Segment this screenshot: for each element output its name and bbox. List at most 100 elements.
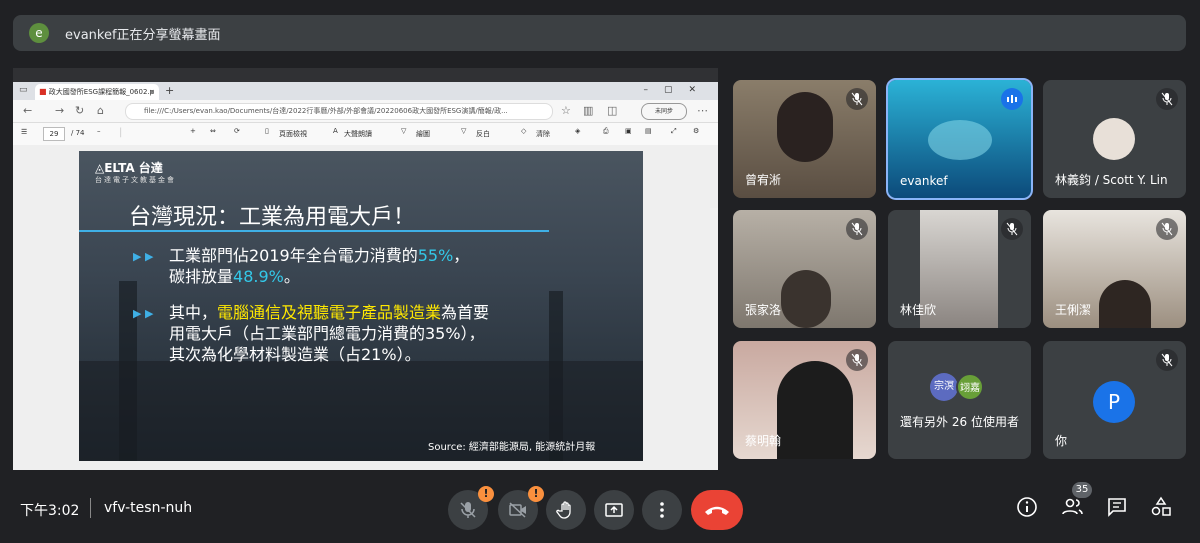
more-participants-label: 還有另外 26 位使用者 bbox=[900, 415, 1019, 429]
text: 碳排放量 bbox=[169, 267, 234, 286]
highlight-percent: 55% bbox=[417, 246, 454, 265]
muted-mic-icon bbox=[1156, 88, 1178, 110]
chat-icon bbox=[1108, 498, 1126, 517]
window-controls-icon: –▢✕ bbox=[643, 85, 712, 95]
end-call-icon bbox=[705, 506, 729, 515]
info-icon bbox=[1017, 497, 1037, 517]
pdf-scrollbar bbox=[710, 208, 718, 470]
hand-icon bbox=[556, 501, 571, 519]
mic-off-icon bbox=[460, 502, 476, 518]
participant-tile[interactable]: 曾宥淅 bbox=[733, 80, 876, 198]
highlight-icon: ▽ bbox=[461, 127, 467, 135]
present-screen-button[interactable] bbox=[594, 490, 634, 530]
meeting-time: 下午3:02 bbox=[20, 503, 80, 519]
forward-icon: → bbox=[55, 104, 65, 117]
muted-mic-icon bbox=[1156, 349, 1178, 371]
participant-name: 林佳欣 bbox=[900, 303, 937, 317]
muted-mic-icon bbox=[846, 88, 868, 110]
pdf-page-total: / 74 bbox=[71, 129, 85, 137]
more-vert-icon bbox=[660, 502, 664, 518]
participant-tile[interactable]: 蔡明翰 bbox=[733, 341, 876, 459]
shared-screen-frame bbox=[13, 68, 718, 82]
url-field: file:///C:/Users/evan.kao/Documents/台達/2… bbox=[125, 103, 553, 120]
title-underline bbox=[79, 230, 549, 232]
participant-video bbox=[781, 270, 831, 328]
bullet-arrow-icon: ▶ ▶ bbox=[133, 250, 154, 263]
raise-hand-button[interactable] bbox=[546, 490, 586, 530]
present-icon bbox=[605, 503, 623, 517]
participant-tile[interactable]: evankef bbox=[886, 78, 1033, 200]
presentation-banner: e evankef正在分享螢幕畫面 bbox=[13, 15, 1186, 51]
browser-tab-title: 政大國發所ESG課程簡報_0602.p bbox=[48, 88, 155, 96]
zoom-in-icon: + bbox=[190, 127, 196, 135]
slide-bullet-2-line-3: 其次為化學材料製造業（占21%）。 bbox=[169, 345, 421, 364]
browser-address-bar: ← → ↻ ⌂ file:///C:/Users/evan.kao/Docume… bbox=[13, 100, 718, 123]
close-tab-icon: × bbox=[149, 88, 155, 96]
activities-button[interactable] bbox=[1150, 496, 1172, 522]
participant-tile[interactable]: 王俐潔 bbox=[1043, 210, 1186, 328]
mic-warning-icon: ! bbox=[478, 486, 494, 502]
participant-video bbox=[777, 92, 833, 162]
extensions-icon: ◫ bbox=[607, 104, 618, 117]
meeting-code: vfv-tesn-nuh bbox=[104, 500, 193, 516]
participant-name: 王俐潔 bbox=[1055, 303, 1092, 317]
participant-tile[interactable]: P 你 bbox=[1043, 341, 1186, 459]
presentation-slide: ◬ELTA 台達 台達電子文教基金會 台灣現況：工業為用電大戶！ ▶ ▶ 工業部… bbox=[79, 151, 643, 461]
meeting-info-button[interactable] bbox=[1016, 496, 1038, 522]
participant-tile[interactable]: 張家洛 bbox=[733, 210, 876, 328]
rotate-icon: ⟳ bbox=[234, 127, 240, 135]
home-icon: ⌂ bbox=[97, 104, 104, 117]
participant-name: 林義鈞 / Scott Y. Lin bbox=[1055, 173, 1168, 187]
participant-name: 你 bbox=[1055, 434, 1068, 448]
highlight-percent: 48.9% bbox=[233, 267, 284, 286]
camera-warning-icon: ! bbox=[528, 486, 544, 502]
participant-count-badge: 35 bbox=[1072, 482, 1092, 498]
browser-tab: ■ 政大國發所ESG課程簡報_0602.p × bbox=[35, 84, 159, 100]
save-as-icon: ▤ bbox=[645, 127, 652, 135]
slide-bullet-2-line-2: 用電大戶（占工業部門總電力消費的35%）， bbox=[169, 324, 485, 343]
window-menu-icon: ▭ bbox=[19, 85, 28, 95]
slide-title: 台灣現況：工業為用電大戶！ bbox=[129, 205, 416, 230]
draw-label: 繪圖 bbox=[416, 130, 430, 138]
back-icon: ← bbox=[23, 104, 33, 117]
participant-video bbox=[1099, 280, 1151, 328]
collections-icon: ▥ bbox=[583, 104, 594, 117]
camera-off-icon bbox=[509, 502, 526, 518]
slide-bullet-1-line-1: 工業部門佔2019年全台電力消費的55%， bbox=[169, 245, 469, 266]
muted-mic-icon bbox=[846, 349, 868, 371]
slide-bullet-1-line-2: 碳排放量48.9%。 bbox=[169, 266, 300, 287]
participant-tile[interactable]: 宗溟 翊嘉 還有另外 26 位使用者 bbox=[888, 341, 1031, 459]
slide-source: Source: 經濟部能源局, 能源統計月報 bbox=[428, 442, 596, 453]
participant-avatar: 宗溟 bbox=[930, 373, 958, 401]
settings-icon: ⚙ bbox=[693, 127, 700, 135]
more-icon: ⋯ bbox=[697, 104, 708, 117]
footer-divider bbox=[90, 498, 91, 518]
participant-tile[interactable]: 林佳欣 bbox=[888, 210, 1031, 328]
people-button[interactable] bbox=[1061, 496, 1085, 522]
self-avatar: P bbox=[1093, 381, 1135, 423]
muted-mic-icon bbox=[846, 218, 868, 240]
presenter-avatar: e bbox=[29, 23, 49, 43]
presentation-status-text: evankef正在分享螢幕畫面 bbox=[65, 28, 221, 43]
participant-avatar: 翊嘉 bbox=[956, 373, 984, 401]
leave-call-button[interactable] bbox=[691, 490, 743, 530]
eraser-icon: ◇ bbox=[521, 127, 527, 135]
delta-logo: ◬ELTA 台達 bbox=[95, 161, 163, 175]
read-aloud-label: 大聲朗讀 bbox=[344, 130, 372, 138]
fullscreen-icon: ⤢ bbox=[671, 127, 677, 135]
muted-mic-icon bbox=[1156, 218, 1178, 240]
activities-icon bbox=[1151, 496, 1171, 516]
pdf-viewer: ◬ELTA 台達 台達電子文教基金會 台灣現況：工業為用電大戶！ ▶ ▶ 工業部… bbox=[13, 145, 718, 470]
zoom-out-icon: – bbox=[97, 127, 101, 135]
draw-icon: ▽ bbox=[401, 127, 407, 135]
highlight-label: 反白 bbox=[476, 130, 490, 138]
camera-toggle-button[interactable]: ! bbox=[498, 486, 544, 530]
chat-button[interactable] bbox=[1106, 496, 1128, 522]
browser-tab-bar: ▭ ■ 政大國發所ESG課程簡報_0602.p × + –▢✕ bbox=[13, 82, 718, 100]
mic-toggle-button[interactable]: ! bbox=[448, 486, 494, 530]
more-options-button[interactable] bbox=[642, 490, 682, 530]
participant-name: 蔡明翰 bbox=[745, 434, 782, 448]
reload-icon: ↻ bbox=[75, 104, 85, 117]
participant-tile[interactable]: 林義鈞 / Scott Y. Lin bbox=[1043, 80, 1186, 198]
speaking-indicator-icon bbox=[1001, 88, 1023, 110]
